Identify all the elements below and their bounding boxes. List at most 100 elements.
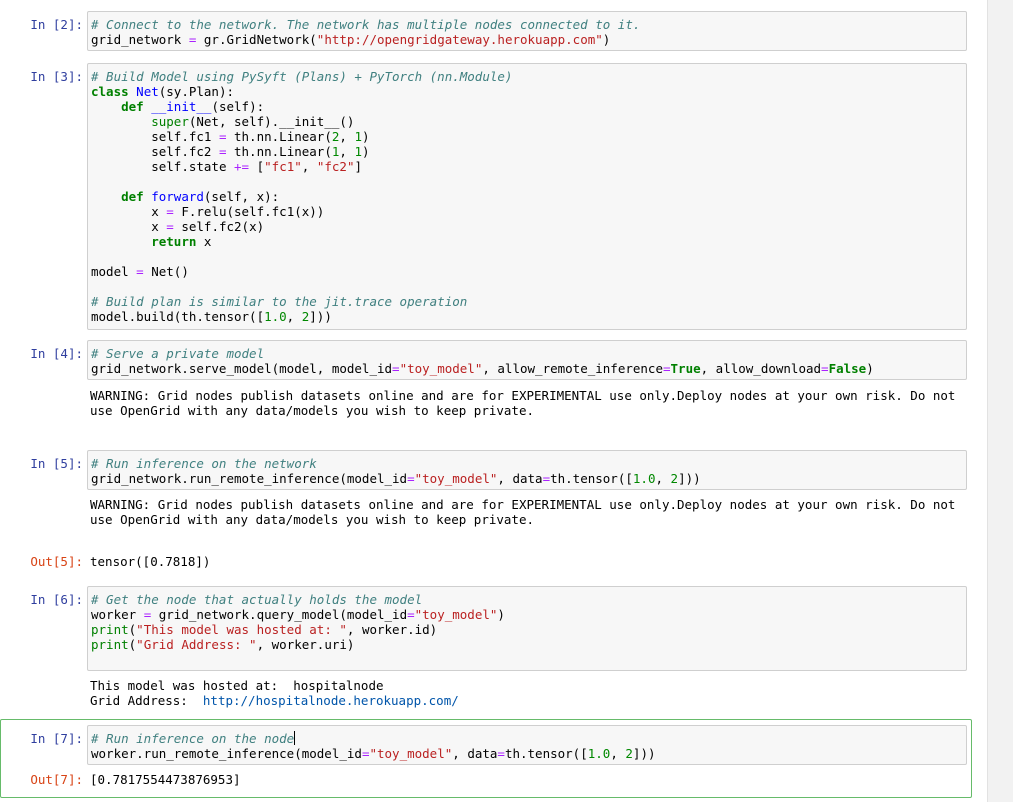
code-comment: # Run inference on the node: [91, 731, 295, 746]
code-text: th.nn.Linear(: [226, 129, 332, 144]
code-text: self.fc2(x): [173, 219, 265, 234]
code-string: "Grid Address: ": [136, 637, 257, 652]
code-comment: # Connect to the network. The network ha…: [91, 17, 641, 32]
code-number: 2: [625, 746, 633, 761]
code-text: grid_network.serve_model(model, model_id: [91, 361, 393, 376]
code-number: 2: [670, 471, 679, 486]
code-string: "http://opengridgateway.herokuapp.com": [316, 32, 603, 47]
cell-6-prompt: In [6]:: [30, 592, 83, 607]
code-text: ])): [678, 471, 701, 486]
cell-2-input[interactable]: # Connect to the network. The network ha…: [87, 11, 967, 51]
cell-7-result: [0.7817554473876953]: [90, 772, 241, 787]
code-string: "This model was hosted at: ": [136, 622, 347, 637]
code-comment: # Build Model using PySyft (Plans) + PyT…: [91, 69, 513, 84]
code-builtin: print: [91, 622, 129, 637]
code-string: "toy_model": [399, 361, 483, 376]
output-line: This model was hosted at: hospitalnode: [90, 678, 384, 693]
code-text: x: [151, 204, 167, 219]
cell-7-input[interactable]: # Run inference on the node worker.run_r…: [87, 725, 967, 765]
code-number: 1.0: [264, 309, 287, 324]
code-string: "fc1": [264, 159, 302, 174]
code-string: "toy_model": [414, 607, 498, 622]
code-text: ])): [309, 309, 332, 324]
text-cursor: [294, 731, 296, 745]
code-number: 1.0: [632, 471, 656, 486]
cell-6-output: This model was hosted at: hospitalnode G…: [90, 678, 459, 708]
code-number: 1.0: [587, 746, 611, 761]
code-comment: # Get the node that actually holds the m…: [91, 592, 423, 607]
scrollbar[interactable]: [987, 0, 1013, 802]
grid-address-link[interactable]: http://hospitalnode.herokuapp.com/: [203, 693, 459, 708]
code-text: , worker.id): [346, 622, 438, 637]
code-text: (Net, self).__init__(): [188, 114, 355, 129]
code-function-name: __init__: [151, 99, 212, 114]
code-text: th.tensor([: [504, 746, 588, 761]
code-text: , worker.uri): [256, 637, 355, 652]
code-class-name: Net: [136, 84, 159, 99]
code-number: 2: [331, 129, 340, 144]
code-text: , allow_remote_inference: [482, 361, 663, 376]
cell-5-warning-output: WARNING: Grid nodes publish datasets onl…: [90, 497, 956, 527]
code-number: 1: [354, 144, 362, 159]
cell-5-result: tensor([0.7818]): [90, 554, 211, 569]
code-string: "fc2": [316, 159, 355, 174]
code-string: "toy_model": [369, 746, 453, 761]
code-comment: # Build plan is similar to the jit.trace…: [91, 294, 468, 309]
cell-5-prompt: In [5]:: [30, 456, 83, 471]
cell-3-input[interactable]: # Build Model using PySyft (Plans) + PyT…: [87, 63, 967, 330]
code-text: , data: [452, 746, 498, 761]
code-text: grid_network.run_remote_inference(model_…: [91, 471, 408, 486]
code-text: model.build(th.tensor([: [91, 309, 265, 324]
code-builtin: print: [91, 637, 129, 652]
code-keyword: def: [121, 99, 144, 114]
cell-5-input[interactable]: # Run inference on the network grid_netw…: [87, 450, 967, 490]
code-text: self.fc2: [151, 144, 219, 159]
cell-6-input[interactable]: # Get the node that actually holds the m…: [87, 586, 967, 671]
code-constant: False: [828, 361, 867, 376]
code-text: worker.run_remote_inference(model_id: [91, 746, 362, 761]
code-text: th.tensor([: [550, 471, 633, 486]
code-text: grid_network: [91, 32, 189, 47]
code-text: F.relu(self.fc1(x)): [173, 204, 325, 219]
code-text: self.state: [151, 159, 235, 174]
code-text: Net(): [143, 264, 189, 279]
code-text: ): [497, 607, 505, 622]
code-keyword: def: [121, 189, 144, 204]
output-label: Grid Address:: [90, 693, 203, 708]
code-text: worker: [91, 607, 144, 622]
code-keyword: return: [151, 234, 197, 249]
code-text: gr.GridNetwork(: [196, 32, 317, 47]
cell-7-out-prompt: Out[7]:: [30, 772, 83, 787]
code-constant: True: [670, 361, 701, 376]
code-text: ): [602, 32, 611, 47]
code-text: ): [866, 361, 874, 376]
code-operator: +=: [234, 159, 250, 174]
cell-4-warning-output: WARNING: Grid nodes publish datasets onl…: [90, 388, 956, 418]
code-function-name: forward: [151, 189, 204, 204]
code-number: 1: [331, 144, 340, 159]
cell-2-prompt: In [2]:: [30, 17, 83, 32]
code-text: (sy.Plan):: [158, 84, 235, 99]
code-text: self.fc1: [151, 129, 219, 144]
cell-5-out-prompt: Out[5]:: [30, 554, 83, 569]
code-comment: # Run inference on the network: [91, 456, 317, 471]
code-text: ])): [632, 746, 656, 761]
code-text: (self, x):: [203, 189, 280, 204]
code-text: x: [151, 219, 167, 234]
code-text: x: [196, 234, 212, 249]
code-comment: # Serve a private model: [91, 346, 265, 361]
code-text: grid_network.query_model(model_id: [151, 607, 408, 622]
cell-3-prompt: In [3]:: [30, 69, 83, 84]
code-text: (self):: [211, 99, 265, 114]
code-number: 1: [354, 129, 362, 144]
cell-7-prompt: In [7]:: [30, 731, 83, 746]
code-text: th.nn.Linear(: [226, 144, 332, 159]
code-text: , data: [497, 471, 543, 486]
code-keyword: class: [91, 84, 129, 99]
code-text: model: [91, 264, 137, 279]
cell-4-prompt: In [4]:: [30, 346, 83, 361]
code-builtin: super: [151, 114, 189, 129]
code-text: , allow_download: [700, 361, 822, 376]
cell-4-input[interactable]: # Serve a private model grid_network.ser…: [87, 340, 967, 380]
code-string: "toy_model": [414, 471, 498, 486]
